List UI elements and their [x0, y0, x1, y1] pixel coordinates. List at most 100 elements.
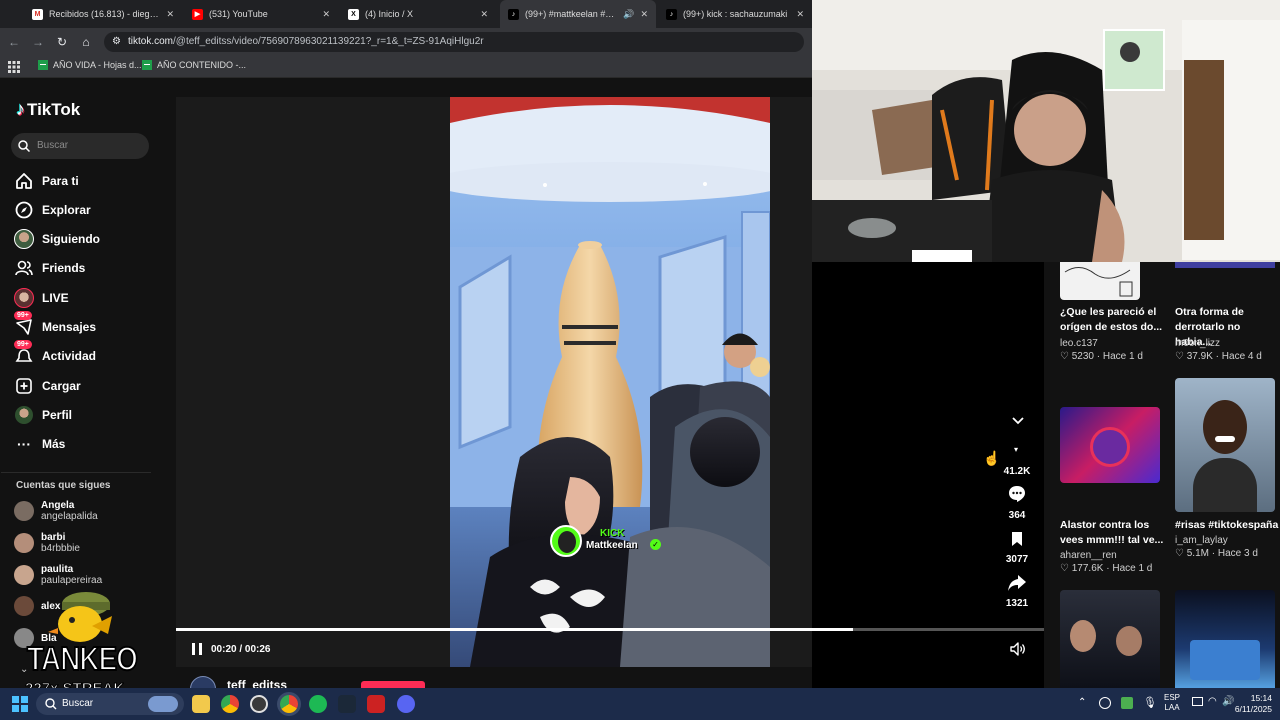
home-icon[interactable]: ⌂ [78, 34, 94, 50]
windows-start-icon[interactable] [12, 696, 28, 712]
caret-icon: ▾ [1014, 445, 1019, 454]
video-author[interactable]: i_am_laylay [1175, 535, 1228, 546]
reload-icon[interactable]: ↻ [54, 34, 70, 50]
video-title[interactable]: Alastor contra los vees mmm!!! tal ve... [1060, 518, 1164, 548]
thumbnail[interactable] [1175, 262, 1275, 268]
profile-icon [14, 405, 34, 425]
address-bar-row: ← → ↻ ⌂ ⚙ tiktok.com/@teff_editss/video/… [0, 28, 812, 56]
cursor-hand-icon: ☝ [983, 450, 1001, 466]
activity-icon: 99+ [14, 340, 34, 366]
back-icon[interactable]: ← [6, 34, 22, 50]
nav-perfil[interactable]: Perfil [14, 405, 72, 425]
chevron-down-icon[interactable] [1011, 413, 1025, 431]
friends-icon [14, 258, 34, 278]
nav-actividad[interactable]: 99+ Actividad [14, 340, 96, 366]
follow-button[interactable] [361, 681, 425, 688]
close-tab-icon[interactable]: ✕ [796, 9, 804, 20]
progress-track[interactable] [176, 628, 1044, 631]
saves-count: 3077 [1005, 554, 1029, 565]
clock[interactable]: 15:14 6/11/2025 [1228, 693, 1272, 715]
share-icon[interactable] [1007, 574, 1027, 597]
close-tab-icon[interactable]: ✕ [480, 9, 488, 20]
tiktok-note-icon: ♪ [16, 99, 25, 119]
close-tab-icon[interactable]: ✕ [166, 9, 174, 20]
thumbnail[interactable] [1175, 590, 1275, 688]
bookmark-ano-contenido[interactable]: AÑO CONTENIDO -... [142, 60, 246, 70]
following-angela[interactable]: Angela angelapalida [14, 500, 98, 522]
search-icon [45, 698, 57, 710]
divider [1, 472, 151, 473]
search-highlight-icon [148, 696, 178, 712]
nav-friends[interactable]: Friends [14, 258, 85, 278]
file-explorer-icon[interactable] [192, 695, 210, 713]
avatar-icon [14, 229, 34, 249]
close-tab-icon[interactable]: ✕ [640, 9, 648, 20]
nav-live[interactable]: LIVE [14, 288, 69, 308]
bookmark-ano-vida[interactable]: AÑO VIDA - Hojas d... [38, 60, 142, 70]
author-name[interactable]: teff_editss [227, 678, 287, 688]
chrome-active-icon[interactable] [280, 695, 298, 713]
following-barbi[interactable]: barbi b4rbbbie [14, 532, 80, 554]
search-input[interactable]: Buscar [11, 133, 149, 159]
microphone-icon[interactable]: 🎙 [1143, 696, 1157, 709]
video-meta: ♡ 37.9K · Hace 4 d [1175, 351, 1262, 362]
video-author[interactable]: m0on_lizz [1175, 338, 1220, 349]
video-author[interactable]: aharen__ren [1060, 550, 1117, 561]
tiktok-icon: ♪ [666, 8, 677, 20]
nav-mas[interactable]: ··· Más [14, 434, 65, 454]
tab-youtube[interactable]: ▶ (531) YouTube ✕ [184, 3, 338, 25]
video-title[interactable]: ¿Que les pareció el orígen de estos do..… [1060, 305, 1164, 335]
nav-siguiendo[interactable]: Siguiendo [14, 229, 100, 249]
language-indicator[interactable]: ESP LAA [1164, 693, 1180, 713]
tray-shield-icon[interactable] [1121, 697, 1133, 709]
video-title[interactable]: #risas #tiktokespaña [1175, 518, 1279, 533]
close-tab-icon[interactable]: ✕ [322, 9, 330, 20]
comment-icon[interactable] [1008, 485, 1026, 508]
chrome-icon[interactable] [221, 695, 239, 713]
taskbar-search[interactable]: Buscar [36, 693, 184, 715]
thumbnail[interactable] [1175, 378, 1275, 512]
nav-cargar[interactable]: Cargar [14, 376, 81, 396]
following-paulita[interactable]: paulita paulapereiraa [14, 564, 102, 586]
thumbnail[interactable] [1060, 590, 1160, 688]
gmail-icon: M [32, 8, 43, 20]
speaker-icon[interactable]: 🔊 [623, 9, 634, 20]
video-author[interactable]: leo.c137 [1060, 338, 1098, 349]
bookmarks-bar: AÑO VIDA - Hojas d... AÑO CONTENIDO -... [0, 56, 812, 78]
wifi-icon[interactable]: ◠ [1208, 696, 1217, 707]
steam-icon[interactable] [338, 695, 356, 713]
forward-icon[interactable]: → [30, 34, 46, 50]
bookmark-icon[interactable] [1011, 531, 1023, 552]
nav-mensajes[interactable]: 99+ Mensajes [14, 311, 96, 337]
tiktok-icon: ♪ [508, 8, 519, 20]
url-field[interactable]: ⚙ tiktok.com/@teff_editss/video/75690789… [104, 32, 804, 52]
tab-gmail[interactable]: M Recibidos (16.813) - diegooalia ✕ [24, 3, 182, 25]
kick-avatar [550, 525, 582, 557]
tab-tiktok-active[interactable]: ♪ (99+) #mattkeelan #kick # 🔊 ✕ [500, 0, 656, 28]
apps-grid-icon[interactable] [8, 60, 20, 73]
chevron-up-icon[interactable]: ⌃ [1078, 697, 1086, 708]
pause-icon[interactable] [192, 643, 202, 655]
sheets-icon [38, 60, 48, 70]
nav-para-ti[interactable]: Para ti [14, 171, 79, 191]
shares-count: 1321 [1005, 598, 1029, 609]
tab-x[interactable]: X (4) Inicio / X ✕ [340, 3, 496, 25]
obs-icon[interactable] [250, 695, 268, 713]
thumbnail[interactable] [1060, 407, 1160, 483]
video-frame[interactable]: KICK Mattkeelan ✓ [450, 97, 770, 667]
tab-tiktok-2[interactable]: ♪ (99+) kick : sachauzumaki ✕ [658, 3, 812, 25]
thumbnail[interactable] [1060, 262, 1140, 300]
app-icon[interactable] [367, 695, 385, 713]
display-icon[interactable] [1192, 697, 1203, 706]
volume-icon[interactable] [1010, 642, 1026, 661]
search-icon [18, 140, 30, 152]
compass-icon [14, 200, 34, 220]
tiktok-logo[interactable]: ♪ TikTok [16, 99, 80, 120]
tank-duck-illustration [48, 586, 116, 644]
nav-explorar[interactable]: Explorar [14, 200, 91, 220]
discord-icon[interactable] [397, 695, 415, 713]
spotify-icon[interactable] [309, 695, 327, 713]
tray-app-icon[interactable] [1099, 697, 1111, 709]
avatar [14, 501, 34, 521]
site-info-icon[interactable]: ⚙ [112, 32, 121, 52]
